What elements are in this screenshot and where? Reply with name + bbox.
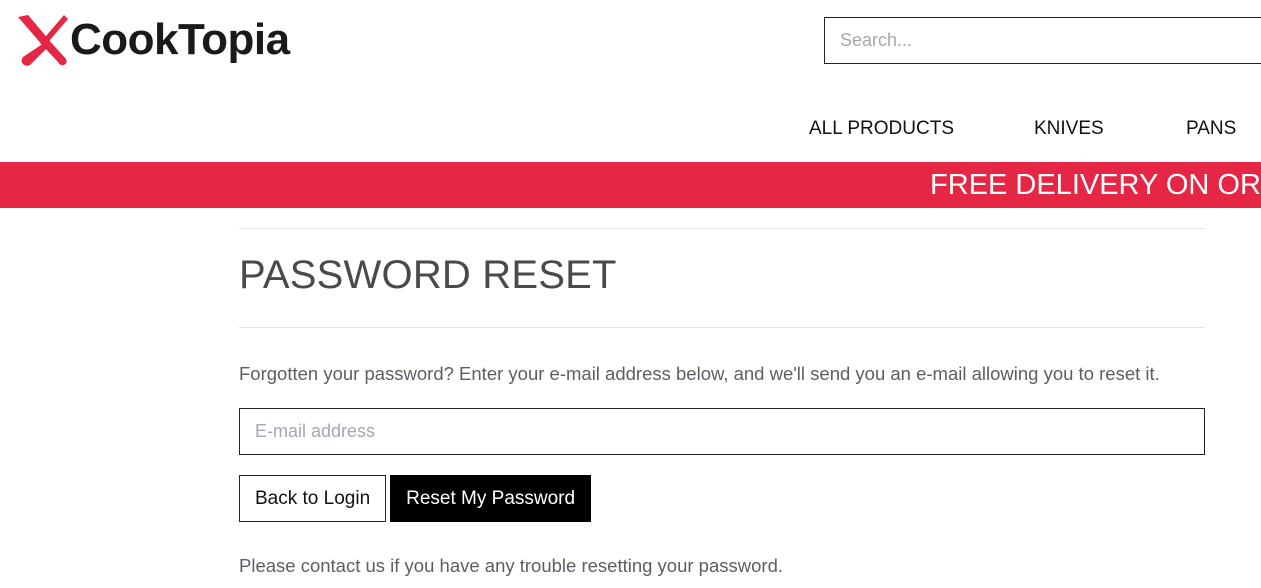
crossed-knives-icon: [14, 11, 72, 69]
promo-banner: FREE DELIVERY ON ORD: [0, 162, 1261, 208]
help-text: Please contact us if you have any troubl…: [239, 555, 783, 576]
back-to-login-button[interactable]: Back to Login: [239, 475, 387, 522]
nav-item-pans[interactable]: PANS: [1186, 115, 1236, 143]
page-title: PASSWORD RESET: [239, 253, 617, 297]
email-field[interactable]: [240, 409, 1204, 454]
search-input[interactable]: [825, 18, 1261, 63]
search-box: [824, 17, 1261, 64]
nav-item-knives[interactable]: KNIVES: [1034, 115, 1104, 143]
form-actions: Back to Login Reset My Password: [239, 475, 1205, 522]
nav-item-all-products[interactable]: ALL PRODUCTS: [809, 115, 954, 143]
reset-password-button[interactable]: Reset My Password: [390, 475, 592, 522]
brand-logo[interactable]: CookTopia: [14, 10, 290, 70]
email-field-wrapper: [239, 408, 1205, 455]
promo-banner-text: FREE DELIVERY ON ORD: [930, 169, 1261, 201]
password-reset-section: PASSWORD RESET Forgotten your password? …: [239, 228, 1205, 578]
intro-text: Forgotten your password? Enter your e-ma…: [239, 363, 1160, 384]
main-nav: ALL PRODUCTS KNIVES PANS: [0, 115, 1261, 143]
divider: [239, 327, 1205, 328]
brand-name: CookTopia: [70, 15, 290, 64]
site-header: CookTopia ALL PRODUCTS KNIVES PANS: [0, 0, 1261, 162]
